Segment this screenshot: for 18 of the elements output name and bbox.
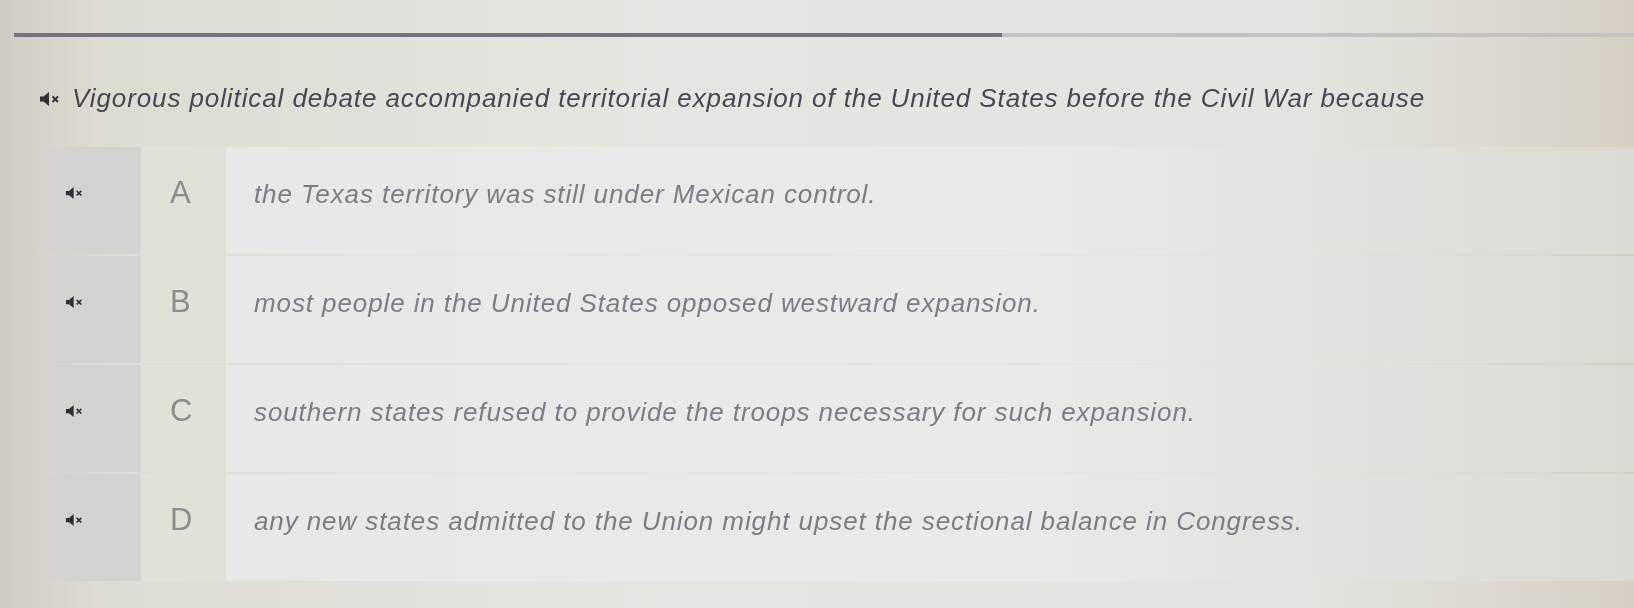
option-text: any new states admitted to the Union might upset the sectional balance in Congress. bbox=[254, 506, 1304, 538]
mute-icon[interactable] bbox=[66, 514, 83, 526]
question-text: Vigorous political debate accompanied territorial expansion of the United States before the Civil War because bbox=[72, 83, 1426, 114]
option-text: most people in the United States opposed westward expansion. bbox=[254, 288, 1042, 320]
mute-icon[interactable] bbox=[66, 296, 83, 308]
mute-icon[interactable] bbox=[40, 91, 60, 106]
answer-option[interactable]: B most people in the United States opposed westward expansion. bbox=[48, 256, 1634, 363]
mute-icon[interactable] bbox=[66, 405, 83, 417]
option-letter: B bbox=[141, 256, 226, 363]
option-letter: C bbox=[141, 365, 226, 472]
option-letter: D bbox=[141, 474, 226, 581]
option-text: southern states refused to provide the troops necessary for such expansion. bbox=[254, 397, 1197, 429]
mute-icon[interactable] bbox=[66, 187, 83, 199]
option-letter: A bbox=[141, 147, 226, 254]
answer-option[interactable]: C southern states refused to provide the troops necessary for such expansion. bbox=[48, 365, 1634, 472]
answer-option[interactable]: D any new states admitted to the Union might upset the sectional balance in Congress. bbox=[48, 474, 1634, 581]
answer-option[interactable]: A the Texas territory was still under Mexican control. bbox=[48, 147, 1634, 254]
option-text: the Texas territory was still under Mexican control. bbox=[254, 179, 878, 211]
